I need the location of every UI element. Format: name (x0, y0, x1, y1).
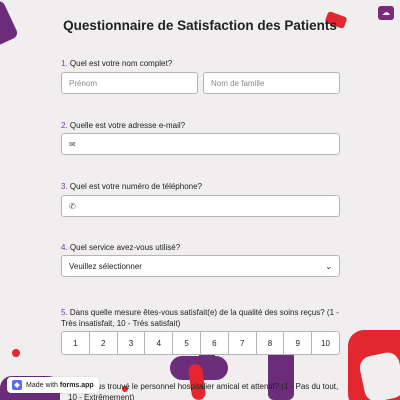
rating-option[interactable]: 9 (284, 331, 313, 355)
question-number: 1. (61, 59, 68, 68)
question-4-label: 4. Quel service avez-vous utilisé? (61, 243, 181, 252)
rating-option[interactable]: 5 (173, 331, 201, 355)
rating-option[interactable]: 2 (89, 331, 118, 355)
question-2-label: 2. Quelle est votre adresse e-mail? (61, 121, 186, 130)
rating-option[interactable]: 7 (228, 331, 257, 355)
email-field[interactable]: ✉ (61, 133, 340, 155)
page-title: Questionnaire de Satisfaction des Patien… (63, 18, 337, 33)
question-1-label: 1. Quel est votre nom complet? (61, 58, 172, 69)
rating-option[interactable]: 6 (200, 331, 229, 355)
rating-option[interactable]: 4 (145, 331, 174, 355)
rating-option[interactable]: 10 (312, 331, 340, 355)
chevron-down-icon: ⌄ (325, 261, 332, 271)
forms-app-logo-icon (12, 380, 22, 390)
email-icon: ✉ (69, 139, 76, 149)
survey-form: Questionnaire de Satisfaction des Patien… (0, 0, 400, 400)
phone-field[interactable]: ✆ (61, 195, 340, 217)
question-6-label: Avez-vous trouvé le personnel hospitalie… (68, 382, 339, 400)
first-name-input[interactable]: Prénom (61, 72, 198, 94)
rating-scale: 1 2 3 4 5 6 7 8 9 10 (61, 331, 340, 355)
question-text: Quel est votre nom complet? (69, 59, 173, 68)
rating-option[interactable]: 8 (256, 331, 285, 355)
service-select[interactable]: Veuillez sélectionner ⌄ (61, 255, 340, 277)
phone-icon: ✆ (69, 201, 76, 211)
question-3-label: 3. Quel est votre numéro de téléphone? (61, 182, 202, 191)
rating-option[interactable]: 1 (61, 331, 90, 355)
rating-option[interactable]: 3 (117, 331, 146, 355)
question-5-label: 5. Dans quelle mesure êtes-vous satisfai… (61, 308, 339, 328)
made-with-forms-app-badge[interactable]: Made with forms.app (7, 377, 99, 393)
last-name-input[interactable]: Nom de famille (203, 72, 340, 94)
